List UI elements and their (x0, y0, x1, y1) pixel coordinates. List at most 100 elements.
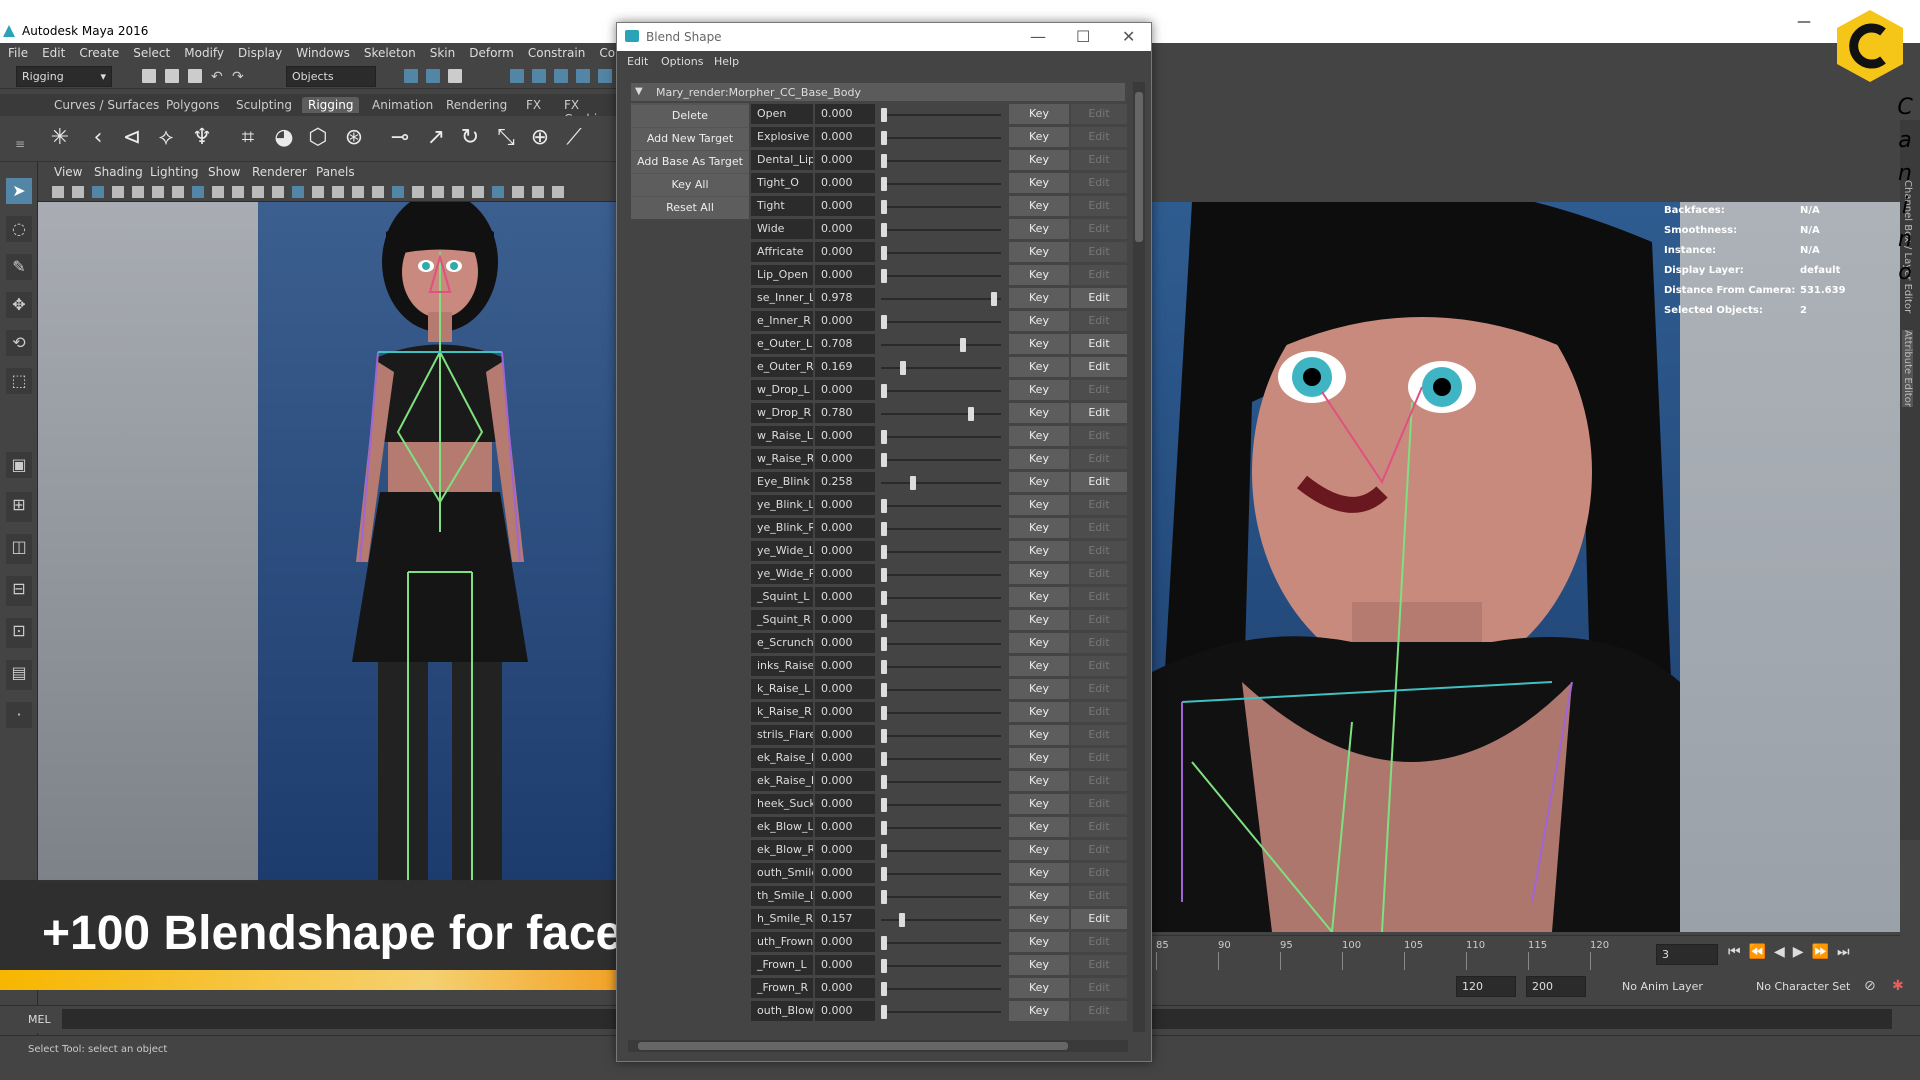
snap-point-icon[interactable] (554, 69, 568, 83)
current-frame-field[interactable]: 3 (1656, 944, 1718, 965)
weight-slider-thumb[interactable] (881, 453, 887, 467)
weight-slider-track[interactable] (881, 229, 1001, 231)
edit-button[interactable]: Edit (1071, 311, 1127, 331)
humanik-icon[interactable]: ♆ (188, 124, 216, 152)
edit-button[interactable]: Edit (1071, 932, 1127, 952)
viewport-toolbar-icon[interactable] (172, 186, 184, 198)
key-button[interactable]: Key (1009, 449, 1069, 469)
edit-button[interactable]: Edit (1071, 357, 1127, 377)
menu-skin[interactable]: Skin (430, 43, 464, 63)
weight-slider-track[interactable] (881, 482, 1001, 484)
weight-slider-thumb[interactable] (881, 706, 887, 720)
window-maximize-icon[interactable]: ☐ (1076, 27, 1090, 46)
weight-slider-thumb[interactable] (881, 154, 887, 168)
vertical-scroll-thumb[interactable] (1135, 92, 1143, 242)
viewport-toolbar-icon[interactable] (432, 186, 444, 198)
key-button[interactable]: Key (1009, 702, 1069, 722)
edit-button[interactable]: Edit (1071, 472, 1127, 492)
weight-slider-track[interactable] (881, 459, 1001, 461)
weight-slider-thumb[interactable] (881, 867, 887, 881)
weight-slider-thumb[interactable] (881, 246, 887, 260)
weight-slider-thumb[interactable] (881, 108, 887, 122)
weight-slider-track[interactable] (881, 735, 1001, 737)
target-weight-field[interactable]: 0.000 (815, 265, 875, 285)
weight-slider-thumb[interactable] (881, 959, 887, 973)
viewport-toolbar-icon[interactable] (552, 186, 564, 198)
bind-skin-icon[interactable]: ⌗ (234, 124, 262, 152)
weight-slider-track[interactable] (881, 643, 1001, 645)
point-constraint-icon[interactable]: ⊸ (386, 124, 414, 152)
viewport-toolbar-icon[interactable] (212, 186, 224, 198)
key-button[interactable]: Key (1009, 265, 1069, 285)
viewport-toolbar-icon[interactable] (352, 186, 364, 198)
edit-button[interactable]: Edit (1071, 863, 1127, 883)
weight-slider-thumb[interactable] (881, 177, 887, 191)
shelf-tab-polygons[interactable]: Polygons (160, 97, 225, 113)
weight-slider-track[interactable] (881, 183, 1001, 185)
key-button[interactable]: Key (1009, 173, 1069, 193)
weight-slider-track[interactable] (881, 298, 1001, 300)
range-end-field[interactable]: 120 (1456, 976, 1516, 997)
target-weight-field[interactable]: 0.000 (815, 219, 875, 239)
weight-slider-track[interactable] (881, 574, 1001, 576)
viewport-toolbar-icon[interactable] (72, 186, 84, 198)
viewport-toolbar-icon[interactable] (532, 186, 544, 198)
key-button[interactable]: Key (1009, 334, 1069, 354)
weight-slider-thumb[interactable] (900, 361, 906, 375)
target-weight-field[interactable]: 0.000 (815, 840, 875, 860)
delete-button[interactable]: Delete (631, 105, 749, 127)
weight-slider-track[interactable] (881, 114, 1001, 116)
viewport-menu-show[interactable]: Show (208, 165, 240, 179)
viewport-toolbar-icon[interactable] (292, 186, 304, 198)
snap-live-icon[interactable] (598, 69, 612, 83)
edit-button[interactable]: Edit (1071, 150, 1127, 170)
weight-slider-track[interactable] (881, 965, 1001, 967)
viewport-toolbar-icon[interactable] (132, 186, 144, 198)
orient-constraint-icon[interactable]: ↻ (456, 124, 484, 152)
key-button[interactable]: Key (1009, 403, 1069, 423)
weight-slider-thumb[interactable] (881, 936, 887, 950)
key-button[interactable]: Key (1009, 219, 1069, 239)
edit-button[interactable]: Edit (1071, 426, 1127, 446)
open-scene-icon[interactable] (165, 69, 179, 83)
key-button[interactable]: Key (1009, 794, 1069, 814)
key-button[interactable]: Key (1009, 587, 1069, 607)
edit-button[interactable]: Edit (1071, 702, 1127, 722)
parent-constraint-icon[interactable]: ⊕ (526, 124, 554, 152)
persp-graph-layout-icon[interactable]: ⊟ (6, 576, 32, 606)
edit-button[interactable]: Edit (1071, 817, 1127, 837)
horizontal-scrollbar[interactable] (628, 1040, 1128, 1052)
weight-slider-thumb[interactable] (910, 476, 916, 490)
target-weight-field[interactable]: 0.000 (815, 817, 875, 837)
edit-button[interactable]: Edit (1071, 242, 1127, 262)
weight-slider-thumb[interactable] (881, 798, 887, 812)
vertical-scrollbar[interactable] (1133, 82, 1145, 1032)
key-button[interactable]: Key (1009, 725, 1069, 745)
key-button[interactable]: Key (1009, 104, 1069, 124)
blend-menu-options[interactable]: Options (661, 55, 703, 68)
lattice-icon[interactable]: ⬡ (304, 124, 332, 152)
edit-button[interactable]: Edit (1071, 978, 1127, 998)
edit-button[interactable]: Edit (1071, 587, 1127, 607)
target-weight-field[interactable]: 0.000 (815, 587, 875, 607)
edit-button[interactable]: Edit (1071, 633, 1127, 653)
target-weight-field[interactable]: 0.000 (815, 748, 875, 768)
weight-slider-thumb[interactable] (968, 407, 974, 421)
persp-outliner-layout-icon[interactable]: ⊡ (6, 618, 32, 648)
weight-slider-thumb[interactable] (881, 568, 887, 582)
weight-slider-track[interactable] (881, 1011, 1001, 1013)
weight-slider-thumb[interactable] (881, 729, 887, 743)
key-button[interactable]: Key (1009, 886, 1069, 906)
edit-button[interactable]: Edit (1071, 840, 1127, 860)
viewport-toolbar-icon[interactable] (472, 186, 484, 198)
weight-slider-track[interactable] (881, 988, 1001, 990)
viewport-toolbar-icon[interactable] (332, 186, 344, 198)
weight-slider-track[interactable] (881, 275, 1001, 277)
viewport-toolbar-icon[interactable] (232, 186, 244, 198)
menu-skeleton[interactable]: Skeleton (364, 43, 424, 63)
key-button[interactable]: Key (1009, 518, 1069, 538)
target-weight-field[interactable]: 0.000 (815, 725, 875, 745)
four-pane-layout-icon[interactable]: ⊞ (6, 492, 32, 522)
viewport-menu-renderer[interactable]: Renderer (252, 165, 307, 179)
edit-button[interactable]: Edit (1071, 679, 1127, 699)
